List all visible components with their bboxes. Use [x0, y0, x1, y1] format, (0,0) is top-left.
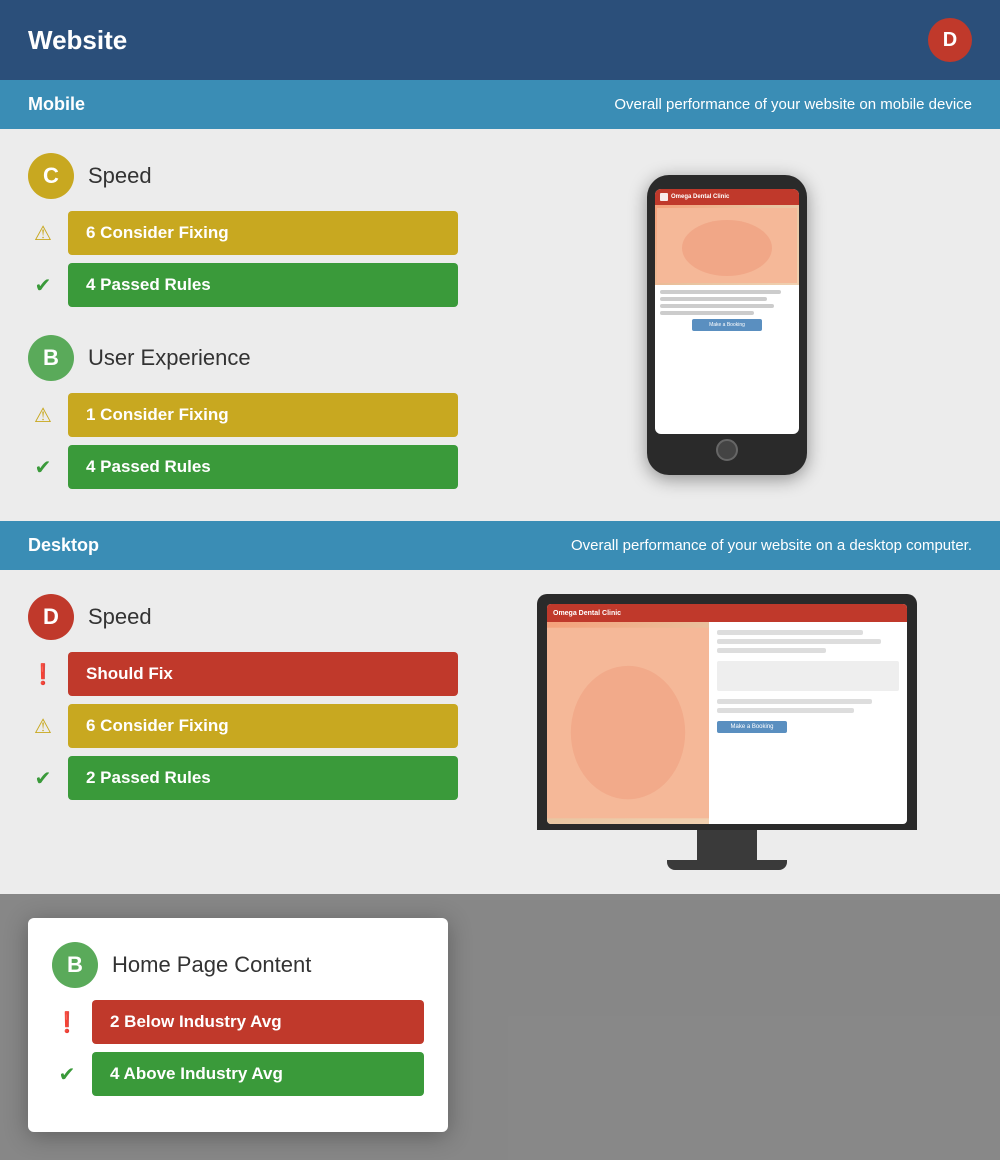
mobile-ux-row-1[interactable]: ✔ 4 Passed Rules — [28, 445, 458, 489]
check-icon-0: ✔ — [28, 270, 58, 300]
desktop-section-title: Desktop — [28, 535, 99, 556]
mobile-content-area: C Speed ⚠ 6 Consider Fixing ✔ 4 Passed R… — [0, 129, 1000, 521]
desktop-text-2 — [717, 639, 881, 644]
popup-row-1[interactable]: ✔ 4 Above Industry Avg — [52, 1052, 424, 1096]
mobile-ux-header: B User Experience — [28, 335, 458, 381]
app-title: Website — [28, 25, 127, 56]
mobile-ux-row-0[interactable]: ⚠ 1 Consider Fixing — [28, 393, 458, 437]
mobile-section-desc: Overall performance of your website on m… — [614, 96, 972, 113]
phone-text-1 — [660, 290, 781, 294]
phone-screen: Omega Dental Clinic — [655, 189, 799, 434]
popup-overlay: B Home Page Content ❗ 2 Below Industry A… — [0, 894, 1000, 1160]
mobile-speed-header: C Speed — [28, 153, 458, 199]
phone-home-button — [716, 439, 738, 461]
popup-bar-1[interactable]: 4 Above Industry Avg — [92, 1052, 424, 1096]
mobile-speed-block: C Speed ⚠ 6 Consider Fixing ✔ 4 Passed R… — [28, 153, 458, 315]
error-icon-0: ❗ — [28, 659, 58, 689]
desktop-hero-image — [547, 622, 709, 824]
desktop-speed-bar-0[interactable]: Should Fix — [68, 652, 458, 696]
desktop-speed-row-1[interactable]: ⚠ 6 Consider Fixing — [28, 704, 458, 748]
desktop-screen: Omega Dental Clinic — [547, 604, 907, 824]
mobile-section-header: Mobile Overall performance of your websi… — [0, 80, 1000, 129]
mobile-ux-bar-1[interactable]: 4 Passed Rules — [68, 445, 458, 489]
mobile-speed-label: Speed — [88, 163, 152, 189]
mobile-speed-bar-0[interactable]: 6 Consider Fixing — [68, 211, 458, 255]
phone-menu-icon — [660, 193, 668, 201]
desktop-speed-row-2[interactable]: ✔ 2 Passed Rules — [28, 756, 458, 800]
app-header: Website D — [0, 0, 1000, 80]
mobile-section-title: Mobile — [28, 94, 85, 115]
mobile-ux-bar-0[interactable]: 1 Consider Fixing — [68, 393, 458, 437]
desktop-section-desc: Overall performance of your website on a… — [571, 537, 972, 554]
mobile-speed-row-0[interactable]: ⚠ 6 Consider Fixing — [28, 211, 458, 255]
popup-bar-0[interactable]: 2 Below Industry Avg — [92, 1000, 424, 1044]
desktop-content-area: D Speed ❗ Should Fix ⚠ 6 Consider Fixing… — [0, 570, 1000, 894]
avatar: D — [928, 18, 972, 62]
mobile-ux-label: User Experience — [88, 345, 251, 371]
desktop-site-name: Omega Dental Clinic — [553, 610, 621, 617]
popup-content-header: B Home Page Content — [52, 942, 424, 988]
phone-nav-bar: Omega Dental Clinic — [655, 189, 799, 205]
desktop-base — [667, 860, 787, 870]
check-icon-1: ✔ — [28, 452, 58, 482]
desktop-text-1 — [717, 630, 863, 635]
desktop-cta-button: Make a Booking — [717, 721, 787, 733]
mobile-speed-grade: C — [28, 153, 74, 199]
error-icon-1: ❗ — [52, 1007, 82, 1037]
desktop-screen-outer: Omega Dental Clinic — [537, 594, 917, 830]
desktop-speed-bar-2[interactable]: 2 Passed Rules — [68, 756, 458, 800]
popup-content-block: B Home Page Content ❗ 2 Below Industry A… — [52, 942, 424, 1104]
phone-site-name: Omega Dental Clinic — [671, 194, 729, 200]
desktop-speed-header: D Speed — [28, 594, 458, 640]
popup-content-label: Home Page Content — [112, 952, 311, 978]
warning-icon-0: ⚠ — [28, 218, 58, 248]
phone-text-3 — [660, 304, 774, 308]
desktop-text-4 — [717, 699, 872, 704]
popup-row-0[interactable]: ❗ 2 Below Industry Avg — [52, 1000, 424, 1044]
desktop-speed-bar-1[interactable]: 6 Consider Fixing — [68, 704, 458, 748]
desktop-speed-row-0[interactable]: ❗ Should Fix — [28, 652, 458, 696]
desktop-mockup: Omega Dental Clinic — [537, 594, 917, 870]
mobile-metrics-column: C Speed ⚠ 6 Consider Fixing ✔ 4 Passed R… — [28, 153, 458, 497]
desktop-section-header: Desktop Overall performance of your webs… — [0, 521, 1000, 570]
desktop-metrics-column: D Speed ❗ Should Fix ⚠ 6 Consider Fixing… — [28, 594, 458, 870]
phone-content: Make a Booking — [655, 285, 799, 434]
check-icon-2: ✔ — [28, 763, 58, 793]
desktop-content-col: Make a Booking — [709, 622, 907, 824]
desktop-preview-column: Omega Dental Clinic — [482, 594, 972, 870]
phone-cta-button: Make a Booking — [692, 319, 762, 331]
desktop-text-3 — [717, 648, 826, 653]
desktop-speed-block: D Speed ❗ Should Fix ⚠ 6 Consider Fixing… — [28, 594, 458, 808]
mobile-ux-grade: B — [28, 335, 74, 381]
phone-text-4 — [660, 311, 754, 315]
phone-mockup: Omega Dental Clinic — [647, 175, 807, 475]
desktop-speed-label: Speed — [88, 604, 152, 630]
phone-hero-image — [655, 205, 799, 285]
desktop-nav-bar: Omega Dental Clinic — [547, 604, 907, 622]
popup-content-grade: B — [52, 942, 98, 988]
mobile-speed-bar-1[interactable]: 4 Passed Rules — [68, 263, 458, 307]
desktop-stand — [697, 830, 757, 860]
mobile-preview-column: Omega Dental Clinic — [482, 153, 972, 497]
phone-text-2 — [660, 297, 767, 301]
desktop-text-5 — [717, 708, 854, 713]
desktop-body: Make a Booking — [547, 622, 907, 824]
mobile-speed-row-1[interactable]: ✔ 4 Passed Rules — [28, 263, 458, 307]
mobile-ux-block: B User Experience ⚠ 1 Consider Fixing ✔ … — [28, 335, 458, 497]
desktop-content-box — [717, 661, 899, 691]
check-icon-3: ✔ — [52, 1059, 82, 1089]
warning-icon-1: ⚠ — [28, 400, 58, 430]
desktop-speed-grade: D — [28, 594, 74, 640]
warning-icon-2: ⚠ — [28, 711, 58, 741]
popup-card: B Home Page Content ❗ 2 Below Industry A… — [28, 918, 448, 1132]
